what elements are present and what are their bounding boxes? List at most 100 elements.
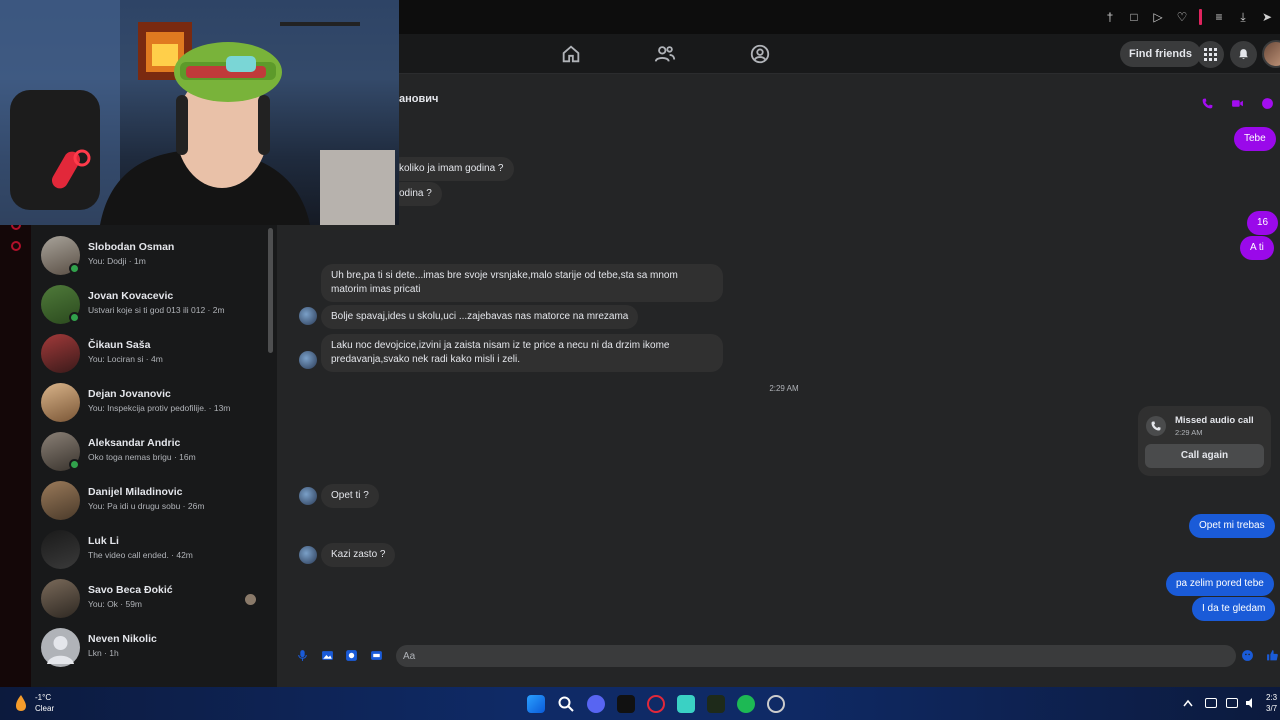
message-in: Opet ti ? (321, 484, 379, 508)
discord-icon[interactable] (587, 695, 605, 713)
message-input[interactable] (396, 645, 1236, 667)
online-indicator (69, 263, 80, 274)
profile-avatar[interactable] (1262, 40, 1280, 68)
heart-icon[interactable]: ♡ (1175, 10, 1189, 24)
recording-indicator (1199, 9, 1202, 25)
conversation-preview: Ustvari koje si ti god 013 ili 012 · 2m (88, 305, 225, 315)
bell-icon (1239, 49, 1248, 60)
notifications-button[interactable] (1230, 41, 1257, 68)
chevron-up-icon[interactable] (1183, 699, 1193, 707)
home-icon[interactable] (560, 43, 582, 65)
message-in: Kazi zasto ? (321, 543, 396, 567)
list-item[interactable]: Slobodan Osman You: Dodji · 1m (31, 231, 271, 280)
tiktok-icon[interactable] (617, 695, 635, 713)
conversation-preview: The video call ended. · 42m (88, 550, 193, 560)
find-friends-button[interactable]: Find friends (1120, 41, 1201, 67)
online-indicator (69, 459, 80, 470)
message-in: Uh bre,pa ti si dete...imas bre svoje vr… (321, 264, 723, 302)
conversation-name: Jovan Kovacevic (88, 290, 174, 302)
message-out: I da te gledam (1192, 597, 1276, 621)
opera-icon[interactable] (647, 695, 665, 713)
list-item[interactable]: Savo Beca Đokić You: Ok · 59m (31, 574, 271, 623)
weather-icon[interactable] (13, 694, 29, 712)
conversation-name: Aleksandar Andric (88, 437, 181, 449)
list-item[interactable]: Luk Li The video call ended. · 42m (31, 525, 271, 574)
weather-condition[interactable]: Clear (35, 704, 54, 713)
list-item[interactable]: Aleksandar Andric Oko toga nemas brigu ·… (31, 427, 271, 476)
conversation-name: Dejan Jovanovic (88, 388, 171, 400)
message-in: koliko ja imam godina ? (389, 157, 514, 181)
sender-avatar (299, 307, 317, 325)
media-icon[interactable] (707, 695, 725, 713)
pin-icon[interactable]: † (1103, 10, 1117, 24)
window-icon[interactable]: □ (1127, 10, 1141, 24)
image-icon[interactable] (321, 649, 334, 662)
microphone-icon[interactable] (296, 649, 309, 662)
phone-icon[interactable] (1201, 97, 1214, 110)
friends-icon[interactable] (654, 43, 676, 65)
start-icon[interactable] (527, 695, 545, 713)
default-avatar-icon (47, 636, 74, 664)
message-out: 16 (1247, 211, 1279, 235)
info-icon[interactable] (1261, 97, 1274, 110)
conversation-name: Luk Li (88, 535, 119, 547)
download-icon[interactable]: ⤓ (1236, 10, 1250, 24)
search-icon[interactable] (557, 695, 575, 713)
missed-call-card: Missed audio call 2:29 AM Call again (1138, 406, 1271, 476)
conversation-preview: You: Pa idi u drugu sobu · 26m (88, 501, 205, 511)
avatar (41, 383, 80, 422)
sender-avatar (299, 487, 317, 505)
weather-temperature[interactable]: -1°C (35, 693, 51, 702)
obs-icon[interactable] (767, 695, 785, 713)
like-icon[interactable] (1266, 649, 1279, 662)
conversation-preview: Oko toga nemas brigu · 16m (88, 452, 196, 462)
avatar (41, 334, 80, 373)
list-item[interactable]: Neven Nikolic Lkn · 1h (31, 623, 271, 672)
groups-icon[interactable] (749, 43, 771, 65)
missed-call-icon (1146, 416, 1166, 436)
volume-icon[interactable] (1245, 697, 1257, 709)
display-icon[interactable] (1226, 698, 1238, 708)
conversation-name: Neven Nikolic (88, 633, 157, 645)
list-item[interactable]: Dejan Jovanovic You: Inspekcija protiv p… (31, 378, 271, 427)
app-icon[interactable] (677, 695, 695, 713)
video-call-icon[interactable] (1231, 97, 1244, 110)
conversation-preview: You: Dodji · 1m (88, 256, 146, 266)
menu-button[interactable] (1197, 41, 1224, 68)
message-out: Tebe (1234, 127, 1276, 151)
sender-avatar (299, 351, 317, 369)
online-indicator (69, 312, 80, 323)
stream-sidebar-strip (0, 220, 31, 687)
clock-time: 2:3 (1266, 693, 1278, 702)
message-out: pa zelim pored tebe (1166, 572, 1274, 596)
avatar (41, 628, 80, 667)
send-icon[interactable]: ➤ (1260, 10, 1274, 24)
sidebar-scrollbar[interactable] (268, 228, 273, 353)
conversation-preview: You: Lociran si · 4m (88, 354, 163, 364)
windows-taskbar: -1°C Clear 2:3 3/7 (0, 687, 1280, 720)
message-in: Laku noc devojcice,izvini ja zaista nisa… (321, 334, 723, 372)
browser-extension-icons: † □ ▷ ♡ ≡ ⤓ ➤ (1103, 9, 1274, 25)
taskbar-clock[interactable]: 2:3 3/7 (1266, 692, 1277, 714)
list-item[interactable]: Čikaun Saša You: Lociran si · 4m (31, 329, 271, 378)
chat-partner-name[interactable]: анович (399, 93, 438, 105)
webcam-scene (0, 0, 395, 225)
list-item[interactable]: Danijel Miladinovic You: Pa idi u drugu … (31, 476, 271, 525)
target-icon (11, 241, 21, 251)
message-out: A ti (1240, 236, 1274, 260)
sticker-icon[interactable] (345, 649, 358, 662)
call-again-button[interactable]: Call again (1145, 444, 1264, 468)
network-icon[interactable] (1205, 698, 1217, 708)
conversation-name: Danijel Miladinovic (88, 486, 183, 498)
play-icon[interactable]: ▷ (1151, 10, 1165, 24)
conversation-preview: You: Inspekcija protiv pedofilije. · 13m (88, 403, 231, 413)
list-icon[interactable]: ≡ (1212, 10, 1226, 24)
conversation-preview: You: Ok · 59m (88, 599, 143, 609)
list-item[interactable]: Jovan Kovacevic Ustvari koje si ti god 0… (31, 280, 271, 329)
emoji-icon[interactable] (1241, 649, 1254, 662)
missed-call-title: Missed audio call (1175, 415, 1254, 426)
conversation-name: Čikaun Saša (88, 339, 151, 351)
gif-icon[interactable] (370, 649, 383, 662)
spotify-icon[interactable] (737, 695, 755, 713)
avatar (41, 530, 80, 569)
